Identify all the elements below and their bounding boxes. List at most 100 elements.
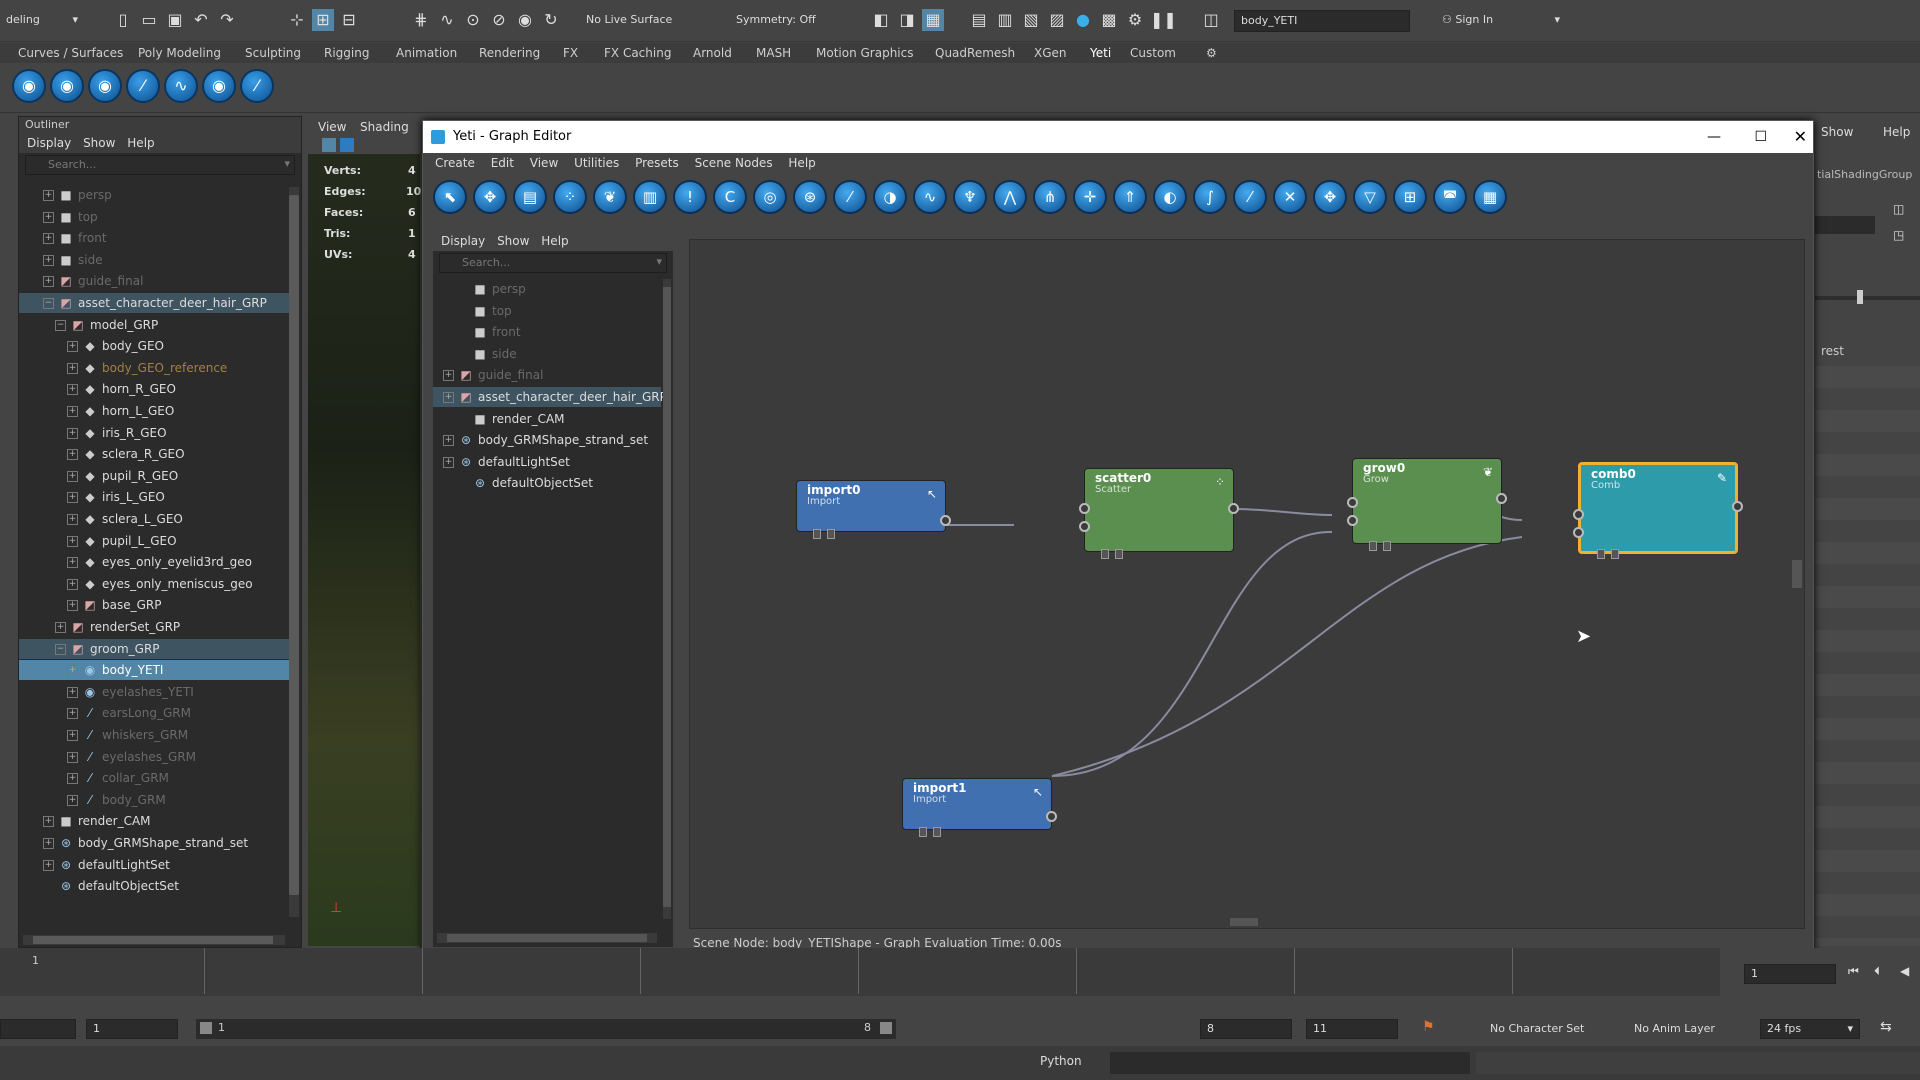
command-input[interactable] (1110, 1052, 1470, 1074)
sign-in-button[interactable]: ⚇ Sign In ▾ (1436, 10, 1566, 32)
tree-item[interactable]: + ◆ eyes_only_eyelid3rd_geo (19, 552, 289, 572)
select-camera-icon[interactable] (322, 138, 336, 152)
yeti-menu-scene-nodes[interactable]: Scene Nodes (695, 156, 773, 170)
snap-grid-icon[interactable]: ⋕ (410, 9, 432, 31)
convert-node-icon[interactable]: ✥ (1313, 180, 1347, 214)
expand-toggle-icon[interactable]: + (43, 254, 54, 266)
direction-node-icon[interactable]: ✛ (1073, 180, 1107, 214)
expand-toggle-icon[interactable]: + (67, 406, 78, 417)
save-icon[interactable]: ▣ (164, 9, 186, 31)
shelf-tab-yeti[interactable]: Yeti (1090, 46, 1111, 60)
tree-item[interactable]: + ◉ eyelashes_YETI (19, 682, 289, 702)
shading-group-tab[interactable]: tialShadingGroup (1817, 168, 1912, 181)
output-port[interactable] (940, 515, 951, 526)
tree-item[interactable]: + ■ persp (19, 185, 289, 205)
slider-handle[interactable] (1857, 290, 1863, 304)
yeti-side-menu-display[interactable]: Display (441, 234, 485, 248)
shelf-tab-arnold[interactable]: Arnold (693, 46, 732, 60)
node-tab[interactable] (1383, 541, 1391, 551)
select-hierarchy-icon[interactable]: ⊹ (286, 9, 308, 31)
maximize-icon[interactable]: ☐ (1754, 121, 1767, 153)
tree-item[interactable]: + ◆ body_GEO_reference (19, 358, 289, 378)
comb-node-icon[interactable]: C (713, 180, 747, 214)
yeti-side-menu-help[interactable]: Help (541, 234, 568, 248)
hypershade-icon[interactable]: ● (1072, 9, 1094, 31)
move-node-icon[interactable]: ∫ (1193, 180, 1227, 214)
expand-toggle-icon[interactable]: + (443, 456, 454, 468)
scatter-node-icon[interactable]: ⁘ (553, 180, 587, 214)
outliner-menu-display[interactable]: Display (27, 136, 71, 150)
grid-node-icon[interactable]: ▦ (1473, 180, 1507, 214)
shelf-tab-sculpting[interactable]: Sculpting (245, 46, 301, 60)
render-view-icon[interactable]: ▤ (968, 9, 990, 31)
select-node-icon[interactable]: ⬉ (433, 180, 467, 214)
range-handle-right[interactable] (880, 1022, 892, 1034)
tree-item[interactable]: + ■ render_CAM (19, 811, 289, 831)
snap-curve-icon[interactable]: ∿ (436, 9, 458, 31)
expand-toggle-icon[interactable]: + (67, 341, 78, 353)
slider-track[interactable] (1815, 296, 1920, 300)
tree-item[interactable]: − ◩ groom_GRP (19, 638, 289, 659)
snap-point-icon[interactable]: ⊙ (462, 9, 484, 31)
close-icon[interactable]: ✕ (1794, 121, 1807, 153)
output-port[interactable] (1732, 501, 1743, 512)
tree-item[interactable]: ■ render_CAM (433, 409, 661, 429)
tree-item[interactable]: + ⁄ body_GRM (19, 790, 289, 810)
viewport-menu-shading[interactable]: Shading (360, 120, 409, 134)
shelf-tab-poly-modeling[interactable]: Poly Modeling (138, 46, 221, 60)
node-tab[interactable] (933, 827, 941, 837)
right-menu-help[interactable]: Help (1883, 125, 1910, 139)
auto-key-icon[interactable]: ⚑ (1422, 1019, 1435, 1035)
mode-menu[interactable]: deling ▾ (0, 10, 84, 32)
output-port[interactable] (1496, 493, 1507, 504)
shelf-tab-fx-caching[interactable]: FX Caching (604, 46, 671, 60)
node-graph-canvas[interactable]: import0 Import ↖ scatter0 Scatter ⁘ grow… (689, 239, 1805, 929)
range-start-field[interactable]: 1 (86, 1019, 178, 1039)
render-frame-icon[interactable]: ▥ (994, 9, 1016, 31)
right-menu-show[interactable]: Show (1821, 125, 1853, 139)
braid-node-icon[interactable]: ⋔ (1033, 180, 1067, 214)
tree-item[interactable]: + ◆ body_GEO (19, 336, 289, 356)
node-grow0[interactable]: grow0 Grow ❦ (1347, 458, 1507, 551)
expand-toggle-icon[interactable]: + (67, 665, 78, 677)
expand-toggle-icon[interactable]: + (67, 578, 78, 590)
node-import1[interactable]: import1 Import ↖ (902, 778, 1057, 837)
twist-node-icon[interactable]: ⋀ (993, 180, 1027, 214)
play-back-icon[interactable]: ◀ (1900, 964, 1909, 978)
snap-surface-icon[interactable]: ◉ (514, 9, 536, 31)
open-folder-icon[interactable]: ▭ (138, 9, 160, 31)
yeti-menu-edit[interactable]: Edit (491, 156, 514, 170)
filter-node-icon[interactable]: ✕ (1273, 180, 1307, 214)
tree-item[interactable]: + ⁄ eyelashes_GRM (19, 747, 289, 767)
outliner-menu-show[interactable]: Show (83, 136, 115, 150)
expand-toggle-icon[interactable]: + (67, 427, 78, 439)
input-port[interactable] (1347, 515, 1358, 526)
expand-toggle-icon[interactable]: + (67, 730, 78, 741)
output-port[interactable] (1228, 503, 1239, 514)
character-set-menu[interactable]: No Character Set (1490, 1022, 1584, 1035)
expand-toggle-icon[interactable]: + (67, 708, 78, 720)
anim-layer-menu[interactable]: No Anim Layer (1634, 1022, 1715, 1035)
scale-node-icon[interactable]: ⇑ (1113, 180, 1147, 214)
shelf-tab-rigging[interactable]: Rigging (324, 46, 369, 60)
shelf-tab-animation[interactable]: Animation (396, 46, 457, 60)
import-node-icon[interactable]: ▥ (633, 180, 667, 214)
node-import0[interactable]: import0 Import ↖ (796, 480, 951, 539)
node-tab[interactable] (1369, 541, 1377, 551)
expand-toggle-icon[interactable]: + (43, 838, 54, 849)
attribute-node-icon[interactable]: ◎ (753, 180, 787, 214)
texture-node-icon[interactable]: ⊞ (1393, 180, 1427, 214)
graph-vscroll-handle[interactable] (1792, 560, 1802, 588)
expand-toggle-icon[interactable]: + (67, 751, 78, 763)
node-comb0[interactable]: comb0 Comb ✎ (1573, 462, 1743, 559)
node-tab[interactable] (1101, 549, 1109, 559)
expand-toggle-icon[interactable]: + (43, 276, 54, 288)
redo-icon[interactable]: ↷ (216, 9, 238, 31)
yeti-menu-view[interactable]: View (530, 156, 558, 170)
expand-toggle-icon[interactable]: + (67, 384, 78, 396)
length-node-icon[interactable]: ◑ (873, 180, 907, 214)
input-port[interactable] (1573, 527, 1584, 538)
panel-icon[interactable]: ◫ (1893, 202, 1904, 216)
tree-item[interactable]: + ◆ horn_R_GEO (19, 379, 289, 399)
anim-start-field[interactable] (0, 1019, 76, 1039)
